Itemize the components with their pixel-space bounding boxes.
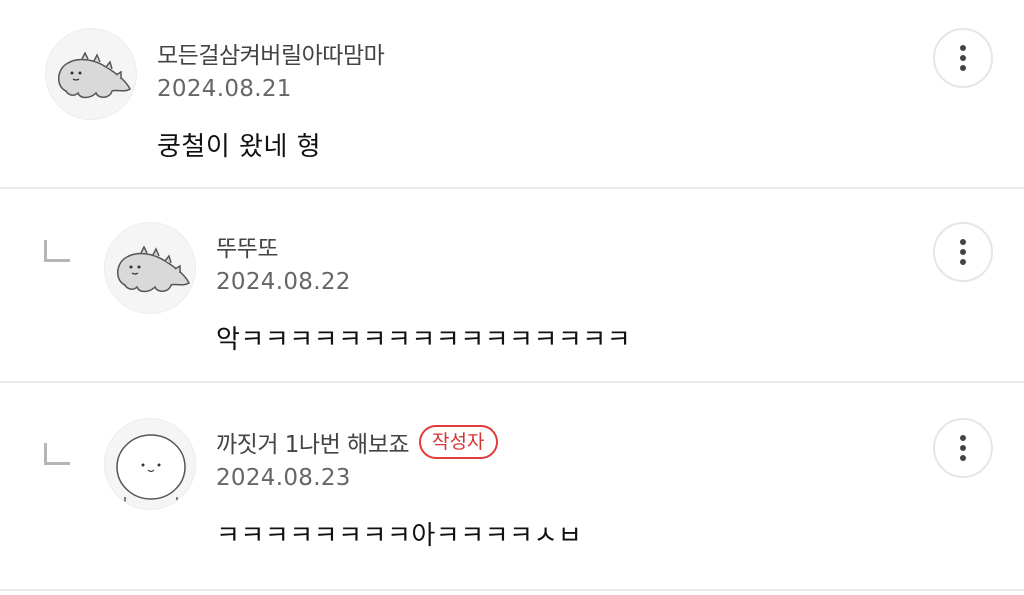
comment-date: 2024.08.23 [216,465,351,491]
reply-item: 까짓거 1나번 해보죠 작성자 2024.08.23 ㅋㅋㅋㅋㅋㅋㅋㅋ아ㅋㅋㅋㅋ… [0,383,1024,591]
dinosaur-avatar-icon [58,51,131,99]
more-vertical-icon [960,239,966,265]
comment-item: 모든걸삼켜버릴아따맘마 2024.08.21 쿵철이 왔네 형 [0,0,1024,189]
more-options-button[interactable] [933,222,993,282]
comment-text: ㅋㅋㅋㅋㅋㅋㅋㅋ아ㅋㅋㅋㅋㅅㅂ [216,521,583,551]
more-vertical-icon [960,45,966,71]
more-options-button[interactable] [933,28,993,88]
author-badge: 작성자 [419,425,498,459]
more-vertical-icon [960,435,966,461]
dinosaur-avatar-icon [117,245,190,293]
reply-indicator-icon [44,443,70,465]
more-options-button[interactable] [933,418,993,478]
comment-author[interactable]: 모든걸삼켜버릴아따맘마 [157,36,385,70]
round-face-avatar-icon [116,434,186,507]
comment-author[interactable]: 까짓거 1나번 해보죠 [216,425,410,459]
avatar[interactable] [104,418,196,510]
avatar[interactable] [45,28,137,120]
reply-indicator-icon [44,240,70,262]
comment-text: 쿵철이 왔네 형 [157,132,322,162]
comment-text: 악ㅋㅋㅋㅋㅋㅋㅋㅋㅋㅋㅋㅋㅋㅋㅋㅋ [216,325,632,355]
comment-author[interactable]: 뚜뚜또 [216,229,278,263]
comment-date: 2024.08.22 [216,269,351,295]
reply-item: 뚜뚜또 2024.08.22 악ㅋㅋㅋㅋㅋㅋㅋㅋㅋㅋㅋㅋㅋㅋㅋㅋ [0,189,1024,383]
avatar[interactable] [104,222,196,314]
comment-date: 2024.08.21 [157,76,292,102]
